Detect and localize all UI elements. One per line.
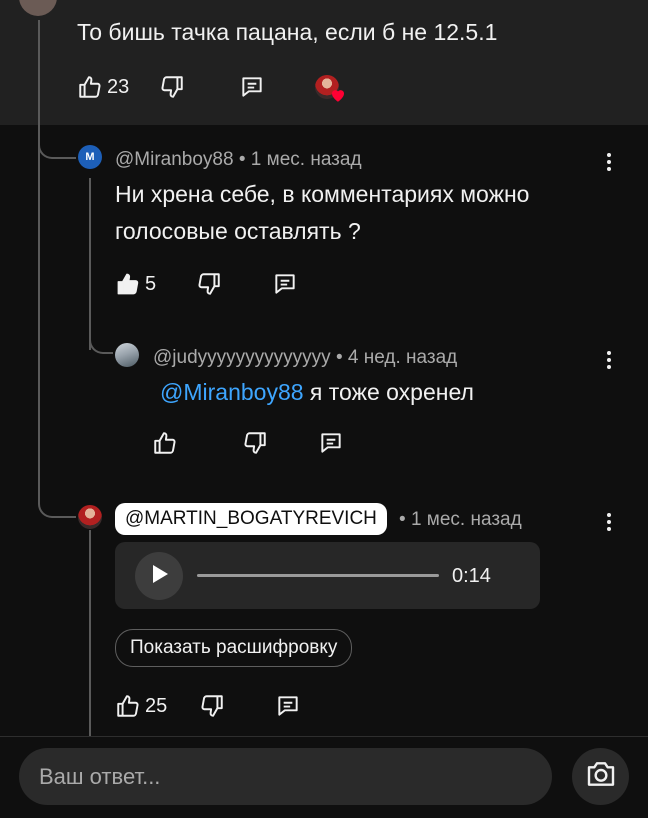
separator: •: [238, 149, 246, 170]
reply-bar: [0, 736, 648, 818]
parent-avatar[interactable]: [19, 0, 57, 16]
reply-icon: [239, 74, 265, 100]
like-count: 23: [107, 75, 130, 98]
comment-actions: 5: [115, 271, 298, 297]
comment-body: я тоже охренел: [309, 379, 474, 405]
timestamp: 1 мес. назад: [410, 509, 522, 530]
like-button[interactable]: 23: [77, 74, 129, 100]
thumb-up-icon: [115, 693, 141, 719]
parent-comment-text: То бишь тачка пацана, если б не 12.5.1: [77, 19, 498, 45]
thumb-up-icon: [77, 74, 103, 100]
show-transcript-button[interactable]: Показать расшифровку: [115, 629, 353, 667]
dislike-button[interactable]: [159, 74, 185, 100]
reply-button[interactable]: [272, 271, 298, 297]
heart-icon: [329, 86, 347, 104]
comment-meta: @Miranboy88 • 1 мес. назад: [115, 149, 362, 171]
reply-icon: [318, 430, 344, 456]
timestamp: 4 нед. назад: [347, 347, 458, 368]
thread-line: [89, 178, 91, 350]
dislike-button[interactable]: [196, 271, 222, 297]
comment-actions: 25: [115, 693, 301, 719]
avatar[interactable]: [78, 505, 102, 529]
like-button[interactable]: 25: [115, 693, 167, 719]
more-vertical-icon[interactable]: [599, 348, 619, 372]
audio-progress-track[interactable]: [197, 574, 439, 577]
thumb-down-icon: [196, 271, 222, 297]
author-handle[interactable]: @Miranboy88: [115, 149, 234, 170]
play-icon: [147, 562, 171, 591]
reply-button[interactable]: [239, 74, 265, 100]
thumb-up-icon: [152, 430, 178, 456]
separator: •: [399, 509, 406, 530]
like-button[interactable]: [152, 430, 182, 456]
comment-meta: @judyyyyyyyyyyyyyy • 4 нед. назад: [153, 347, 457, 369]
avatar[interactable]: M: [78, 145, 102, 169]
like-count: 25: [145, 694, 168, 717]
comment-text: Ни хрена себе, в комментариях можно голо…: [115, 181, 530, 244]
thread-connector: [38, 125, 76, 159]
author-handle: @MARTIN_BOGATYREVICH: [125, 508, 377, 529]
voice-message-player: 0:14: [115, 542, 540, 609]
like-button[interactable]: 5: [115, 271, 156, 297]
comment-text: @Miranboy88 я тоже охренел: [160, 374, 474, 411]
mention-link[interactable]: @Miranboy88: [160, 379, 304, 405]
thread-line: [38, 20, 40, 490]
reply-button[interactable]: [275, 693, 301, 719]
camera-icon: [585, 758, 617, 795]
play-button[interactable]: [135, 552, 183, 600]
thumb-down-icon: [159, 74, 185, 100]
reply-icon: [275, 693, 301, 719]
thread-line: [89, 530, 91, 736]
thread-connector: [38, 470, 76, 518]
thumb-down-icon: [199, 693, 225, 719]
parent-comment: То бишь тачка пацана, если б не 12.5.1 2…: [0, 0, 648, 125]
comment-meta: • 1 мес. назад: [399, 509, 522, 531]
thumb-up-icon: [115, 271, 141, 297]
separator: •: [335, 347, 343, 368]
creator-heart-badge: [315, 75, 345, 102]
more-vertical-icon[interactable]: [599, 510, 619, 534]
author-handle-chip[interactable]: @MARTIN_BOGATYREVICH: [115, 503, 387, 535]
reply-button[interactable]: [318, 430, 344, 456]
author-handle[interactable]: @judyyyyyyyyyyyyyy: [153, 347, 331, 368]
audio-duration: 0:14: [452, 565, 491, 587]
thumb-down-icon: [242, 430, 268, 456]
avatar-letter: M: [85, 151, 95, 163]
more-vertical-icon[interactable]: [599, 150, 619, 174]
camera-button[interactable]: [572, 748, 629, 805]
timestamp: 1 мес. назад: [250, 149, 362, 170]
thread-connector: [89, 330, 113, 354]
dislike-button[interactable]: [199, 693, 225, 719]
parent-comment-actions: 23: [77, 74, 345, 102]
like-count: 5: [145, 272, 157, 295]
reply-input[interactable]: [19, 748, 552, 805]
reply-icon: [272, 271, 298, 297]
avatar[interactable]: [115, 343, 139, 367]
comment-actions: [152, 430, 344, 456]
dislike-button[interactable]: [242, 430, 268, 456]
